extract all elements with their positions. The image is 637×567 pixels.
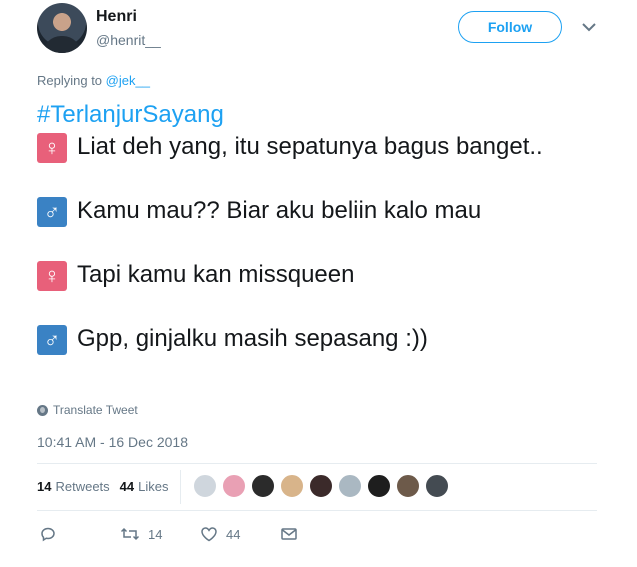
reply-icon [41,527,55,542]
direct-message-button[interactable] [280,526,298,542]
tweet-line: ♂ Gpp, ginjalku masih sepasang :)) [37,323,597,355]
retweets-count: 14 [37,479,52,494]
tweet-line-text: Liat deh yang, itu sepatunya bagus bange… [77,133,543,160]
male-sign-icon: ♂ [37,197,67,227]
retweets-stat[interactable]: 14 Retweets [37,479,110,494]
translate-tweet[interactable]: Translate Tweet [37,403,138,417]
heart-icon [201,527,217,542]
mention-link[interactable]: @jek__ [106,73,150,88]
tweet-line-text: Tapi kamu kan missqueen [77,261,355,288]
divider [37,463,597,464]
liker-avatars [193,474,454,498]
reply-button[interactable] [40,526,56,542]
liker-avatar[interactable] [280,474,304,498]
liker-avatar[interactable] [396,474,420,498]
hashtag-link[interactable]: #TerlanjurSayang [37,99,597,131]
retweet-button[interactable]: 14 [120,526,162,542]
tweet-line: ♂ Kamu mau?? Biar aku beliin kalo mau [37,195,597,227]
globe-icon [37,404,48,416]
liker-avatar[interactable] [193,474,217,498]
stats-separator [180,470,181,504]
tweet-stats: 14 Retweets 44 Likes [37,479,179,494]
divider [37,510,597,511]
liker-avatar[interactable] [367,474,391,498]
tweet-timestamp[interactable]: 10:41 AM - 16 Dec 2018 [37,434,188,450]
replying-to: Replying to @jek__ [37,73,150,88]
like-count: 44 [226,526,241,542]
retweet-count: 14 [148,526,163,542]
like-button[interactable]: 44 [200,526,240,542]
tweet-line: ♀ Liat deh yang, itu sepatunya bagus ban… [37,131,597,163]
envelope-icon [281,528,297,540]
likes-label: Likes [138,479,169,494]
likes-stat[interactable]: 44 Likes [120,479,169,494]
likes-count: 44 [119,479,135,494]
female-sign-icon: ♀ [37,261,67,291]
tweet-line-text: Kamu mau?? Biar aku beliin kalo mau [77,197,482,224]
tweet-line-text: Gpp, ginjalku masih sepasang :)) [77,325,428,352]
liker-avatar[interactable] [338,474,362,498]
retweets-label: Retweets [55,479,110,494]
tweet-line: ♀ Tapi kamu kan missqueen [37,259,597,291]
chevron-down-icon[interactable] [580,18,598,36]
liker-avatar[interactable] [425,474,449,498]
translate-label: Translate Tweet [53,403,138,417]
retweet-icon [120,527,140,541]
tweet-text: #TerlanjurSayang ♀ Liat deh yang, itu se… [37,99,597,355]
liker-avatar[interactable] [251,474,275,498]
male-sign-icon: ♂ [37,325,67,355]
author-name[interactable]: Henri [96,8,137,26]
liker-avatar[interactable] [222,474,246,498]
author-handle[interactable]: @henrit__ [96,32,161,48]
follow-button[interactable]: Follow [458,11,562,43]
female-sign-icon: ♀ [37,133,67,163]
avatar[interactable] [37,3,87,53]
tweet-actions: 14 44 [40,526,340,546]
liker-avatar[interactable] [309,474,333,498]
replying-prefix: Replying to [37,73,106,88]
